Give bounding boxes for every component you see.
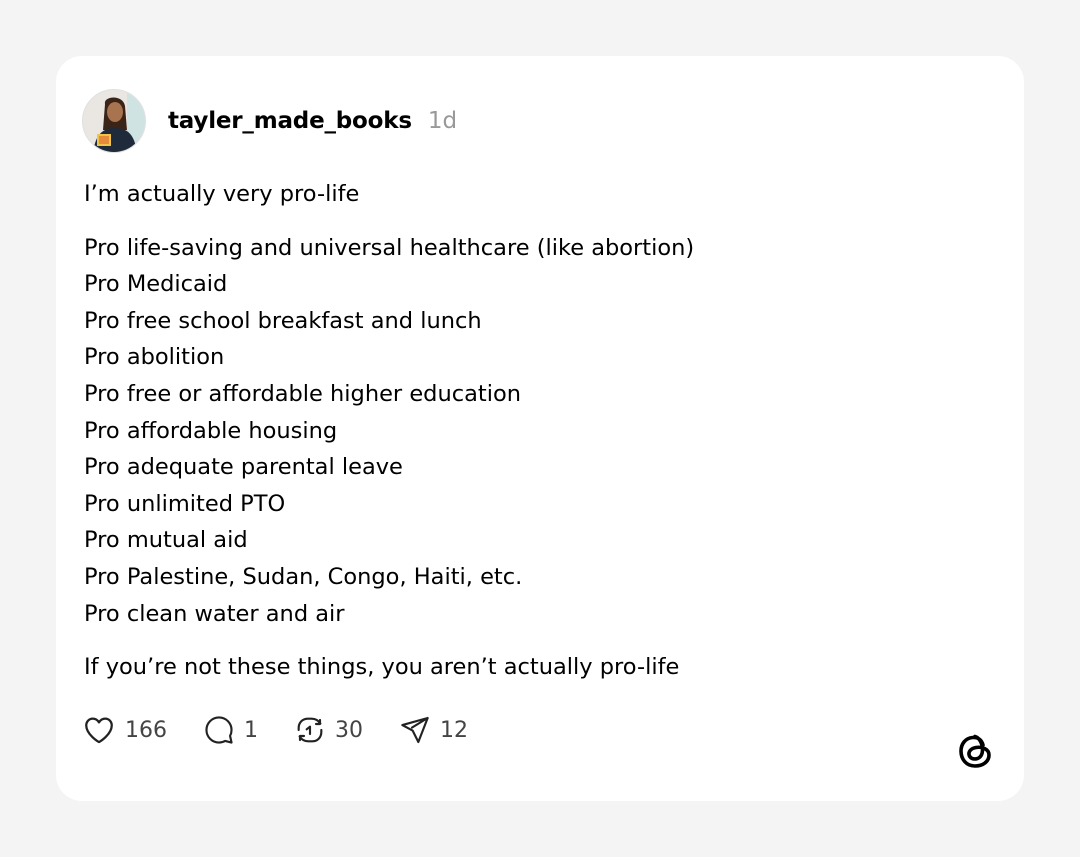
list-item: Pro affordable housing	[84, 417, 338, 444]
avatar-image	[83, 90, 145, 152]
post-timestamp[interactable]: 1d	[428, 108, 457, 134]
list-item: Pro free school breakfast and lunch	[84, 307, 482, 334]
reply-button[interactable]: 1	[203, 714, 258, 746]
list-item: Pro life-saving and universal healthcare…	[84, 234, 695, 261]
threads-logo-icon	[954, 728, 996, 774]
avatar[interactable]	[82, 89, 146, 153]
send-icon	[401, 716, 429, 744]
list-item: Pro Medicaid	[84, 271, 228, 298]
list-item: Pro unlimited PTO	[84, 490, 286, 517]
list-item: Pro adequate parental leave	[84, 454, 403, 481]
post-body: I’m actually very pro-life Pro life-savi…	[84, 176, 984, 686]
list-item: Pro free or affordable higher education	[84, 380, 521, 407]
repost-icon	[297, 717, 323, 743]
list-item: Pro clean water and air	[84, 600, 345, 627]
post-actions: 166 1 30 12	[82, 712, 504, 748]
share-count: 12	[440, 717, 468, 743]
author-username[interactable]: tayler_made_books	[168, 108, 412, 134]
repost-button[interactable]: 30	[294, 714, 363, 746]
comment-bubble-icon	[205, 716, 233, 744]
heart-icon	[85, 717, 113, 744]
like-button[interactable]: 166	[82, 713, 167, 747]
post-closing: If you’re not these things, you aren’t a…	[84, 654, 680, 681]
share-button[interactable]: 12	[399, 714, 468, 746]
reply-count: 1	[244, 717, 258, 743]
like-count: 166	[125, 717, 167, 743]
list-item: Pro abolition	[84, 344, 225, 371]
post-intro: I’m actually very pro-life	[84, 181, 360, 207]
repost-count: 30	[335, 717, 363, 743]
list-item: Pro Palestine, Sudan, Congo, Haiti, etc.	[84, 563, 523, 590]
list-item: Pro mutual aid	[84, 527, 248, 554]
post-header: tayler_made_books 1d	[82, 89, 457, 153]
post-list: Pro life-saving and universal healthcare…	[84, 230, 984, 633]
post-card: tayler_made_books 1d I’m actually very p…	[56, 56, 1024, 801]
